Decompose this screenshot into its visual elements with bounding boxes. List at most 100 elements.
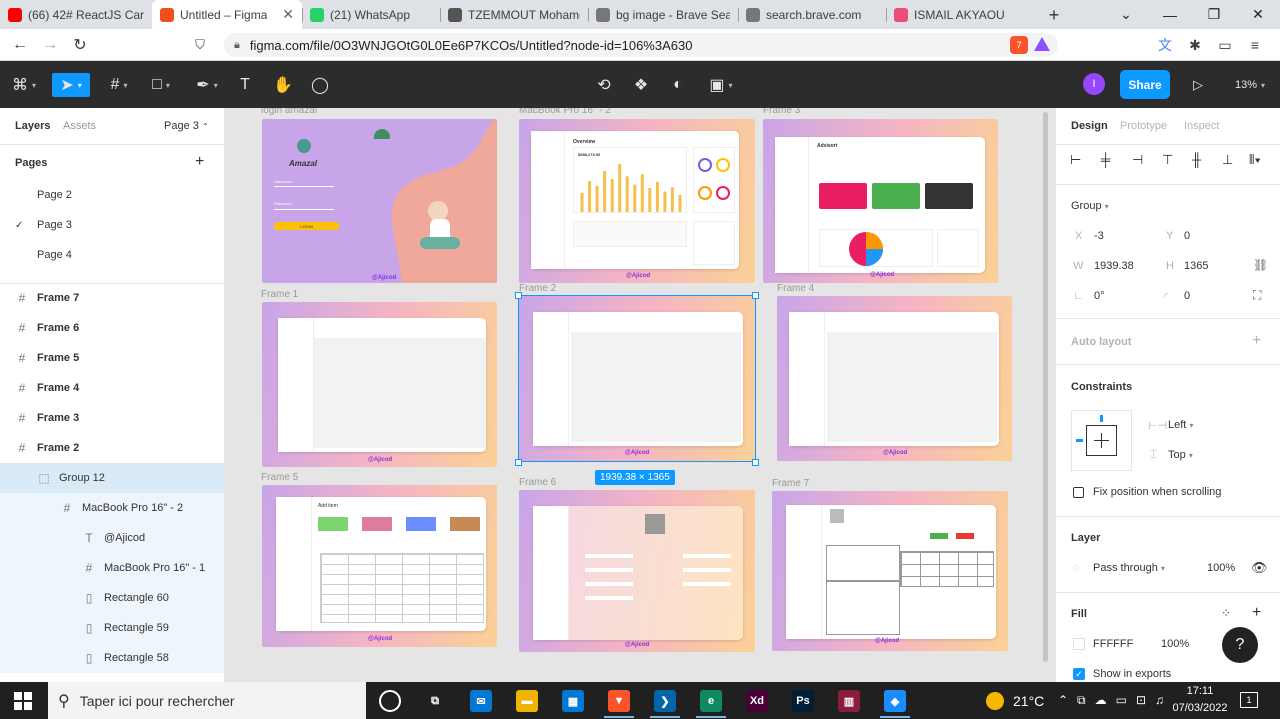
layer-row[interactable]: # Frame 3 [0,403,224,433]
distribute-icon[interactable]: ⫴▾ [1249,152,1261,168]
add-auto-layout-icon[interactable]: + [1252,332,1261,350]
frame-7[interactable]: @Ajicod [772,491,1008,651]
layers-tab[interactable]: Layers [15,120,50,132]
visibility-eye-icon[interactable]: 👁︎ [1251,560,1268,576]
notification-icon[interactable]: 1 [1240,692,1258,708]
component-icon[interactable]: ⟲ [593,73,615,97]
group-type-dropdown[interactable]: Group ▾ [1071,200,1109,212]
selection-box[interactable] [518,295,756,462]
xd-icon[interactable]: Xd [746,690,768,712]
resize-handle-bl[interactable] [515,459,522,466]
x-field[interactable]: -3 [1094,230,1104,242]
pen-tool-icon[interactable]: ✒ ▾ [190,73,224,97]
back-icon[interactable]: ← [10,35,30,55]
page-item[interactable]: ✓ Page 3 [0,210,224,240]
comment-tool-icon[interactable]: ◯ [309,73,331,97]
layer-row[interactable]: T @Ajicod [0,523,224,553]
resize-handle-tr[interactable] [752,292,759,299]
extensions-icon[interactable]: ✱ [1185,35,1205,55]
align-bottom-icon[interactable]: ⊥ [1222,152,1233,168]
brave-shield-icon[interactable]: 7 [1010,36,1028,54]
create-component-icon[interactable]: ❖ [630,73,652,97]
page-selector[interactable]: Page 3 ⌃ [164,120,209,132]
width-field[interactable]: 1939.38 [1094,260,1134,272]
brave-rewards-icon[interactable] [1034,37,1050,51]
brave-icon[interactable]: ▼ [608,690,630,712]
frame-label-5[interactable]: Frame 5 [261,472,298,483]
frame-label-mac2[interactable]: MacBook Pro 16" - 2 [519,108,611,116]
canvas-scrollbar[interactable] [1043,112,1048,662]
clock-date[interactable]: 07/03/2022 [1170,702,1230,714]
layer-row[interactable]: # MacBook Pro 16" - 1 [0,553,224,583]
layer-row[interactable]: # MacBook Pro 16" - 2 [0,493,224,523]
frame-3[interactable]: Advisort @Ajicod [763,119,998,283]
resize-handle-tl[interactable] [515,292,522,299]
y-field[interactable]: 0 [1184,230,1190,242]
fill-color-swatch[interactable] [1073,638,1085,650]
frame-6[interactable]: @Ajicod [519,490,755,652]
page-item[interactable]: Page 4 [0,240,224,270]
vertical-constraint-dropdown[interactable]: Top ▾ [1168,449,1193,461]
resize-handle-br[interactable] [752,459,759,466]
align-right-icon[interactable]: ⊣ [1132,152,1143,168]
main-menu-icon[interactable]: ⌘ ▾ [8,73,40,97]
page-item[interactable]: Page 2 [0,180,224,210]
inspect-tab[interactable]: Inspect [1184,120,1219,132]
reload-icon[interactable]: ↻ [70,35,90,55]
frame-label-7[interactable]: Frame 7 [772,478,809,489]
frame-tool-icon[interactable]: # ▾ [102,73,136,97]
align-center-v-icon[interactable]: ╫ [1192,152,1201,167]
wallet-icon[interactable]: ▭ [1215,35,1235,55]
url-field[interactable]: 🔒︎ figma.com/file/0O3WNJGOtG0L0Ee6P7KCOs… [224,33,1058,57]
fill-hex-field[interactable]: FFFFFF [1093,638,1133,650]
minimize-icon[interactable]: — [1148,0,1192,29]
boolean-icon[interactable]: ▣ ▾ [704,73,738,97]
blend-mode-dropdown[interactable]: Pass through ▾ [1093,562,1165,574]
layer-row[interactable]: ▯ Rectangle 58 [0,643,224,673]
layer-row[interactable]: ▯ Rectangle 59 [0,613,224,643]
mask-icon[interactable]: ◐ [667,73,689,97]
windows-start-icon[interactable] [14,692,32,710]
frame-label-6[interactable]: Frame 6 [519,477,556,488]
rotation-field[interactable]: 0° [1094,290,1105,302]
present-icon[interactable]: ▷ [1187,73,1209,97]
layer-row[interactable]: # Frame 6 [0,313,224,343]
constraint-center-v[interactable] [1101,433,1102,448]
store-icon[interactable]: ▦ [562,690,584,712]
add-page-icon[interactable]: + [195,153,204,171]
prototype-tab[interactable]: Prototype [1120,120,1167,132]
assets-tab[interactable]: Assets [63,120,96,132]
frame-login[interactable]: Amazal Username Password LOGIN @Ajicod [262,119,497,283]
cortana-icon[interactable] [379,690,401,712]
frame-4[interactable]: @Ajicod [777,296,1012,461]
maximize-icon[interactable]: ❐ [1192,0,1236,29]
temperature[interactable]: 21°C [1013,693,1044,709]
browser-tab[interactable]: search.brave.com [738,0,886,29]
browser-tab[interactable]: TZEMMOUT Mohamed [440,0,588,29]
browser-tab[interactable]: (21) WhatsApp [302,0,440,29]
show-in-exports-checkbox[interactable]: ✓ [1073,668,1085,680]
layer-row[interactable]: # Frame 7 [0,283,224,313]
close-window-icon[interactable]: ✕ [1236,0,1280,29]
tray-icons[interactable]: ⌃⧉☁▭⊡♫ [1058,693,1173,708]
horizontal-constraint-dropdown[interactable]: Left ▾ [1168,419,1193,431]
hand-tool-icon[interactable]: ✋ [272,73,294,97]
design-tab[interactable]: Design [1071,120,1108,132]
layer-opacity-field[interactable]: 100% [1207,562,1235,574]
constraint-left-marker[interactable] [1076,439,1083,442]
constraint-widget[interactable] [1071,410,1132,471]
frame-label-1[interactable]: Frame 1 [261,289,298,300]
independent-corners-icon[interactable]: ⛶ [1253,288,1261,303]
constrain-proportions-icon[interactable]: ⛓ [1253,258,1268,272]
layer-row[interactable]: ▯ Rectangle 60 [0,583,224,613]
frame-5[interactable]: Add item @Ajicod [262,485,497,647]
edge-icon[interactable]: e [700,690,722,712]
share-button[interactable]: Share [1120,70,1170,99]
layer-row[interactable]: # Frame 2 [0,433,224,463]
browser-tab[interactable]: Untitled – Figma ✕ [152,0,302,29]
bookmark-icon[interactable]: ⛉ [190,35,210,55]
user-avatar[interactable]: I [1083,73,1105,95]
figma-app-icon[interactable]: ◆ [884,690,906,712]
constraint-top-marker[interactable] [1100,415,1103,422]
frame-label-2[interactable]: Frame 2 [519,283,556,294]
